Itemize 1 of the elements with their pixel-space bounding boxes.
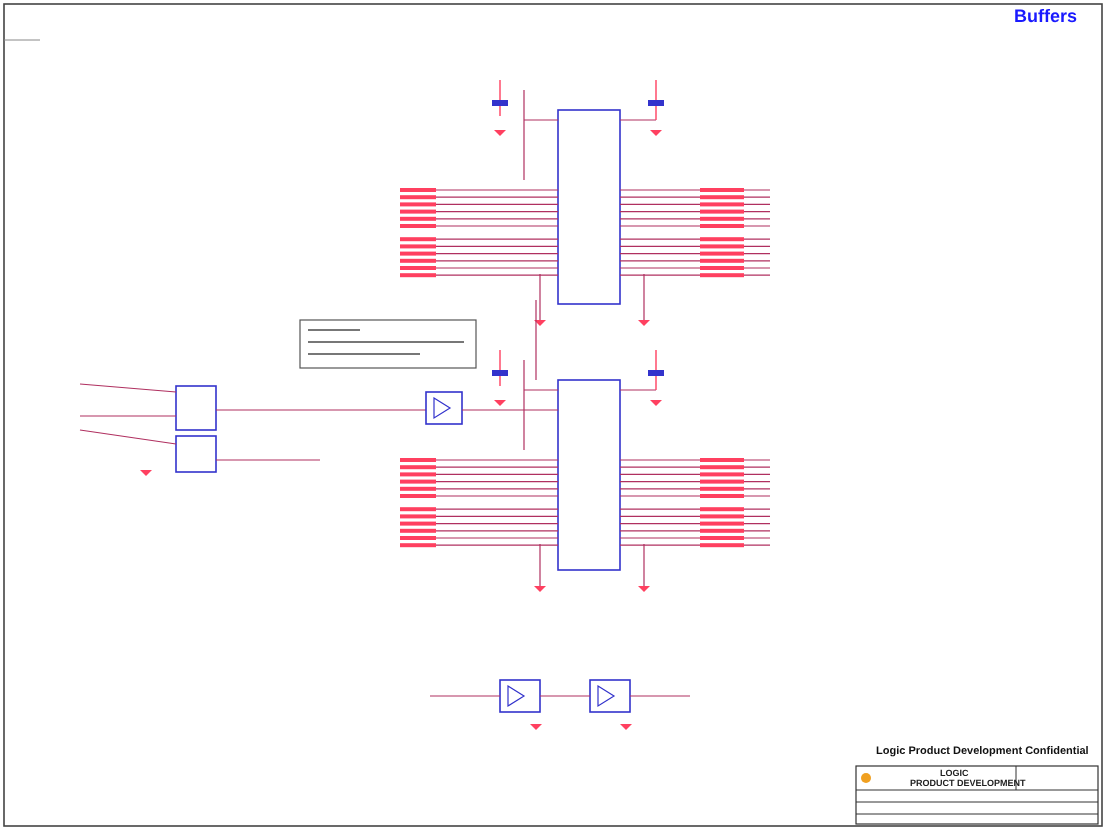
sheet-title: Buffers xyxy=(1014,6,1078,26)
